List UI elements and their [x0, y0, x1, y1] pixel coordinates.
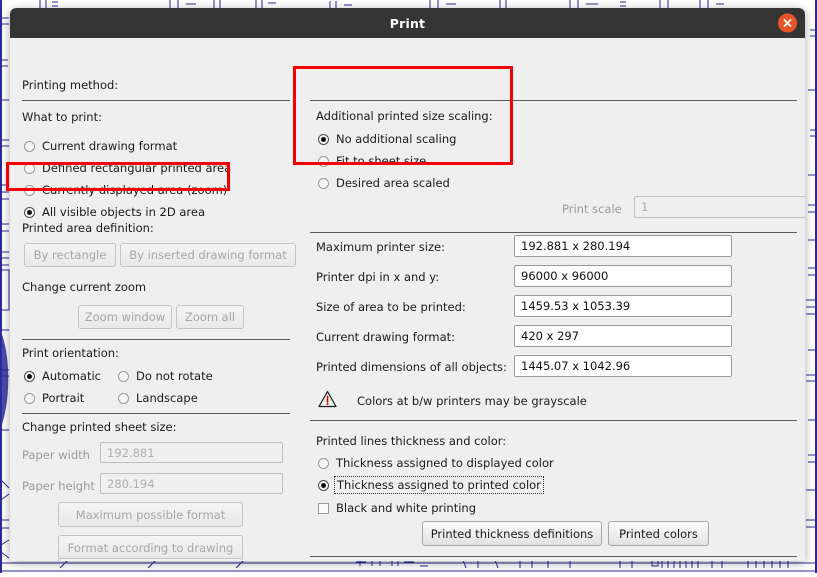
divider-right-top [310, 100, 797, 101]
radio-label: Do not rotate [136, 369, 213, 383]
size-of-area-label: Size of area to be printed: [316, 300, 466, 314]
radio-indicator [318, 458, 329, 469]
radio-label: Desired area scaled [336, 176, 450, 190]
checkbox-label: Black and white printing [336, 501, 476, 515]
radio-label: Portrait [42, 391, 84, 405]
current-drawing-format-value[interactable]: 420 x 297 [514, 325, 732, 347]
printed-area-definition-label: Printed area definition: [22, 221, 154, 235]
divider-orientation [22, 339, 290, 340]
radio-do-not-rotate[interactable]: Do not rotate [118, 369, 213, 383]
zoom-window-button[interactable]: Zoom window [78, 305, 172, 329]
checkbox-black-and-white-printing[interactable]: Black and white printing [318, 501, 476, 515]
radio-automatic[interactable]: Automatic [24, 369, 101, 383]
change-printed-sheet-size-label: Change printed sheet size: [22, 420, 177, 434]
radio-landscape[interactable]: Landscape [118, 391, 198, 405]
radio-indicator [318, 134, 329, 145]
additional-scaling-label: Additional printed size scaling: [316, 109, 493, 123]
radio-label: Currently displayed area (zoom) [42, 183, 227, 197]
paper-width-label: Paper width [22, 448, 90, 462]
radio-indicator [24, 141, 35, 152]
by-inserted-drawing-format-button[interactable]: By inserted drawing format [120, 243, 296, 267]
radio-no-additional-scaling[interactable]: No additional scaling [318, 132, 456, 146]
radio-label: Fit to sheet size [336, 154, 426, 168]
what-to-print-label: What to print: [22, 110, 102, 124]
dialog-titlebar[interactable]: Print [10, 8, 805, 38]
print-dialog: Print Printing method: What to print: Cu… [10, 8, 805, 561]
printed-dimensions-value[interactable]: 1445.07 x 1042.96 [514, 355, 732, 377]
radio-indicator [24, 163, 35, 174]
radio-label: No additional scaling [336, 132, 456, 146]
paper-height-label: Paper height [22, 479, 95, 493]
radio-thickness-printed-color[interactable]: Thickness assigned to printed color [318, 478, 542, 492]
divider-sheet-size [22, 413, 290, 414]
warning-text: Colors at b/w printers may be grayscale [357, 394, 587, 408]
size-of-area-value[interactable]: 1459.53 x 1053.39 [514, 295, 732, 317]
radio-all-visible-objects-2d[interactable]: All visible objects in 2D area [24, 205, 205, 219]
radio-indicator [318, 480, 329, 491]
radio-indicator [118, 371, 129, 382]
checkbox-indicator [318, 503, 329, 514]
radio-label: Current drawing format [42, 139, 177, 153]
radio-indicator [24, 393, 35, 404]
radio-fit-to-sheet-size[interactable]: Fit to sheet size [318, 154, 426, 168]
printing-method-label: Printing method: [22, 78, 118, 92]
maximum-possible-format-button[interactable]: Maximum possible format [58, 502, 243, 527]
radio-label: All visible objects in 2D area [42, 205, 205, 219]
dialog-title: Print [390, 16, 426, 31]
format-according-to-drawing-button[interactable]: Format according to drawing [58, 535, 243, 560]
left-panel: Printing method: What to print: Current … [10, 38, 302, 561]
maximum-printer-size-value[interactable]: 192.881 x 280.194 [514, 235, 732, 257]
printer-dpi-label: Printer dpi in x and y: [316, 270, 439, 284]
print-scale-label: Print scale [562, 202, 622, 216]
print-scale-input[interactable]: 1 [634, 196, 805, 218]
radio-current-drawing-format[interactable]: Current drawing format [24, 139, 177, 153]
printed-dimensions-label: Printed dimensions of all objects: [316, 360, 507, 374]
change-current-zoom-label: Change current zoom [22, 280, 146, 294]
current-drawing-format-label: Current drawing format: [316, 330, 455, 344]
radio-defined-rectangular-printed-area[interactable]: Defined rectangular printed area [24, 161, 231, 175]
radio-thickness-displayed-color[interactable]: Thickness assigned to displayed color [318, 456, 554, 470]
radio-indicator [118, 393, 129, 404]
radio-indicator [24, 207, 35, 218]
radio-portrait[interactable]: Portrait [24, 391, 84, 405]
lines-thickness-label: Printed lines thickness and color: [316, 434, 506, 448]
printed-thickness-definitions-button[interactable]: Printed thickness definitions [422, 521, 602, 546]
radio-currently-displayed-area[interactable]: Currently displayed area (zoom) [24, 183, 227, 197]
radio-indicator [318, 178, 329, 189]
radio-indicator [24, 185, 35, 196]
right-panel: Additional printed size scaling: No addi… [302, 38, 805, 561]
radio-label: Thickness assigned to displayed color [336, 456, 554, 470]
divider-lines-thickness [310, 420, 797, 421]
zoom-all-button[interactable]: Zoom all [176, 305, 244, 329]
divider-printing-method [22, 100, 290, 101]
warning-triangle-icon [318, 390, 337, 412]
paper-height-input[interactable]: 280.194 [100, 473, 283, 494]
radio-label: Thickness assigned to printed color [336, 478, 542, 492]
maximum-printer-size-label: Maximum printer size: [316, 240, 445, 254]
radio-indicator [24, 371, 35, 382]
divider-info-top [310, 232, 797, 233]
printer-dpi-value[interactable]: 96000 x 96000 [514, 265, 732, 287]
dialog-body: Printing method: What to print: Current … [10, 38, 805, 561]
by-rectangle-button[interactable]: By rectangle [24, 243, 116, 267]
select-format-from-list-button[interactable]: Select format from list [58, 558, 243, 561]
radio-label: Defined rectangular printed area [42, 161, 231, 175]
print-orientation-label: Print orientation: [22, 346, 119, 360]
printed-colors-button[interactable]: Printed colors [608, 521, 709, 546]
radio-desired-area-scaled[interactable]: Desired area scaled [318, 176, 450, 190]
radio-label: Landscape [136, 391, 198, 405]
radio-indicator [318, 156, 329, 167]
paper-width-input[interactable]: 192.881 [100, 442, 283, 463]
radio-label: Automatic [42, 369, 101, 383]
divider-actions [310, 556, 797, 557]
close-icon[interactable] [778, 14, 797, 33]
